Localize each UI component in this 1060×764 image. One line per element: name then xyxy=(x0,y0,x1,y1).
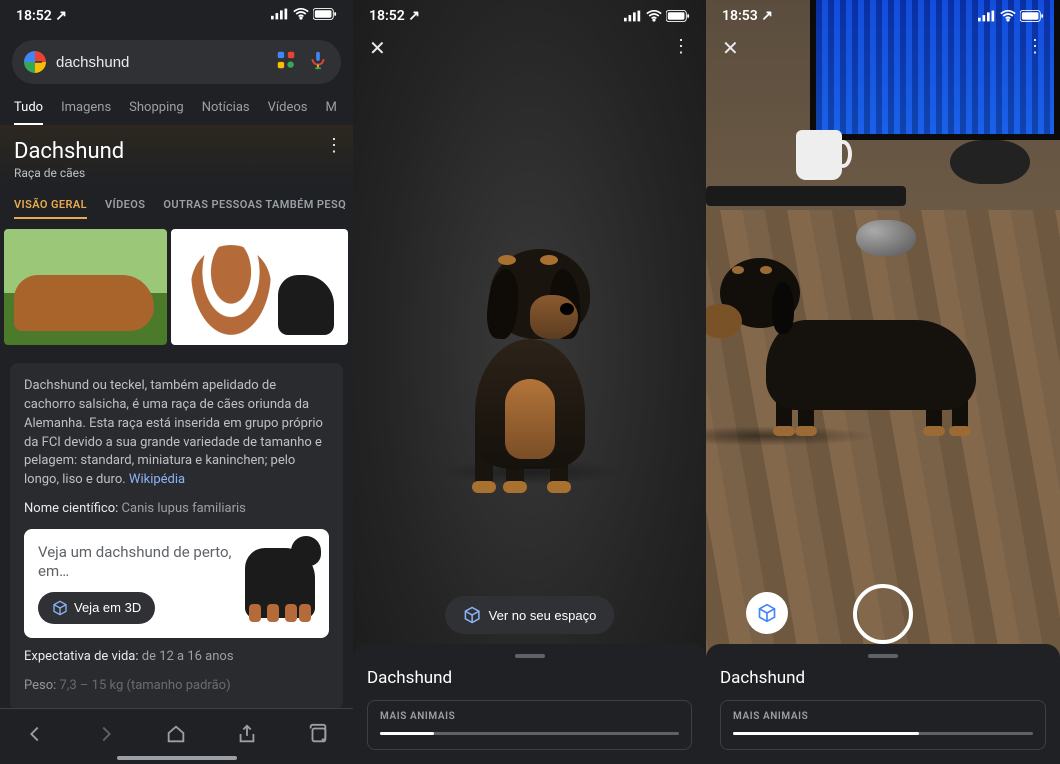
kp-more-icon[interactable]: ⋮ xyxy=(325,135,343,156)
nav-tabs-icon[interactable] xyxy=(307,723,329,750)
status-bar: 18:52 ↗ xyxy=(353,0,706,32)
status-icons xyxy=(624,10,690,22)
status-bar: 18:52 ↗ xyxy=(0,0,353,32)
kp-tab-videos[interactable]: VÍDEOS xyxy=(105,198,145,219)
viewer-top-bar: ✕ ⋮ xyxy=(706,36,1060,60)
knowledge-panel-header: Dachshund Raça de cães ⋮ xyxy=(0,125,353,186)
tab-tudo[interactable]: Tudo xyxy=(14,92,43,125)
wikipedia-link[interactable]: Wikipédia xyxy=(129,472,185,487)
kp-tab-people-also[interactable]: OUTRAS PESSOAS TAMBÉM PESQ xyxy=(163,198,346,219)
search-bar[interactable] xyxy=(12,40,341,84)
image-results-row xyxy=(0,225,353,349)
mic-icon[interactable] xyxy=(307,49,329,75)
tab-imagens[interactable]: Imagens xyxy=(61,92,111,125)
viewer-top-bar: ✕ ⋮ xyxy=(353,36,706,60)
bottom-sheet[interactable]: Dachshund MAIS ANIMAIS xyxy=(706,644,1060,764)
tab-noticias[interactable]: Notícias xyxy=(202,92,250,125)
more-options-icon[interactable]: ⋮ xyxy=(1026,36,1044,60)
view-3d-promo-card[interactable]: Veja um dachshund de perto, em… Veja em … xyxy=(24,529,329,638)
google-logo-icon xyxy=(24,51,46,73)
nav-forward-icon[interactable] xyxy=(95,723,117,750)
kp-attr-weight: Peso: 7,3 – 15 kg (tamanho padrão) xyxy=(24,677,329,696)
close-icon[interactable]: ✕ xyxy=(369,36,386,60)
cube-icon xyxy=(463,606,481,624)
more-options-icon[interactable]: ⋮ xyxy=(672,36,690,60)
kp-attr-scientific-name: Nome científico: Canis lupus familiaris xyxy=(24,500,329,519)
kp-description-text: Dachshund ou teckel, também apelidado de… xyxy=(24,378,323,487)
camera-shutter-button[interactable] xyxy=(853,584,913,644)
ar-dog-model[interactable] xyxy=(726,240,1006,440)
image-result-1[interactable] xyxy=(4,229,167,345)
switch-to-object-view-button[interactable] xyxy=(746,592,788,634)
search-category-tabs: Tudo Imagens Shopping Notícias Vídeos M xyxy=(0,92,353,125)
wifi-icon xyxy=(293,8,309,24)
status-icons xyxy=(271,8,337,24)
sheet-title: Dachshund xyxy=(367,668,692,688)
cube-icon xyxy=(757,603,777,623)
tab-more[interactable]: M xyxy=(325,92,336,125)
kp-title: Dachshund xyxy=(14,139,339,164)
nav-back-icon[interactable] xyxy=(24,723,46,750)
signal-icon xyxy=(271,8,289,24)
status-bar: 18:53 ↗ xyxy=(706,0,1060,32)
cube-icon xyxy=(52,600,68,616)
ar-bg-desk xyxy=(706,130,1060,210)
more-animals-card[interactable]: MAIS ANIMAIS xyxy=(367,700,692,750)
kp-subtitle: Raça de cães xyxy=(14,166,339,180)
nav-home-icon[interactable] xyxy=(165,723,187,750)
kp-description-card: Dachshund ou teckel, também apelidado de… xyxy=(10,363,343,710)
view-in-3d-button[interactable]: Veja em 3D xyxy=(38,592,155,624)
more-animals-label: MAIS ANIMAIS xyxy=(380,711,679,722)
kp-tab-overview[interactable]: VISÃO GERAL xyxy=(14,198,87,219)
battery-icon xyxy=(313,8,337,24)
dog-3d-model[interactable] xyxy=(420,239,640,499)
home-indicator xyxy=(117,756,237,760)
bottom-sheet[interactable]: Dachshund MAIS ANIMAIS xyxy=(353,644,706,764)
nav-share-icon[interactable] xyxy=(236,723,258,750)
kp-tabs: VISÃO GERAL VÍDEOS OUTRAS PESSOAS TAMBÉM… xyxy=(0,186,353,225)
sheet-title: Dachshund xyxy=(720,668,1046,688)
progress-bar xyxy=(733,732,1033,735)
close-icon[interactable]: ✕ xyxy=(722,36,739,60)
status-time: 18:53 ↗ xyxy=(722,8,773,24)
sheet-drag-handle[interactable] xyxy=(515,654,545,658)
progress-bar xyxy=(380,732,679,735)
more-animals-card[interactable]: MAIS ANIMAIS xyxy=(720,700,1046,750)
promo-text: Veja um dachshund de perto, em… xyxy=(38,543,235,582)
more-animals-label: MAIS ANIMAIS xyxy=(733,711,1033,722)
google-lens-icon[interactable] xyxy=(275,49,297,75)
sheet-drag-handle[interactable] xyxy=(868,654,898,658)
search-input[interactable] xyxy=(56,54,265,71)
browser-bottom-nav xyxy=(0,708,353,764)
promo-dog-thumbnail xyxy=(245,548,315,618)
status-time: 18:52 ↗ xyxy=(16,8,67,24)
view-in-your-space-button[interactable]: Ver no seu espaço xyxy=(445,596,615,634)
image-result-2[interactable] xyxy=(171,229,348,345)
tab-shopping[interactable]: Shopping xyxy=(129,92,184,125)
tab-videos[interactable]: Vídeos xyxy=(268,92,308,125)
kp-attr-life-expectancy: Expectativa de vida: de 12 a 16 anos xyxy=(24,648,329,667)
status-icons xyxy=(978,10,1044,22)
status-time: 18:52 ↗ xyxy=(369,8,420,24)
